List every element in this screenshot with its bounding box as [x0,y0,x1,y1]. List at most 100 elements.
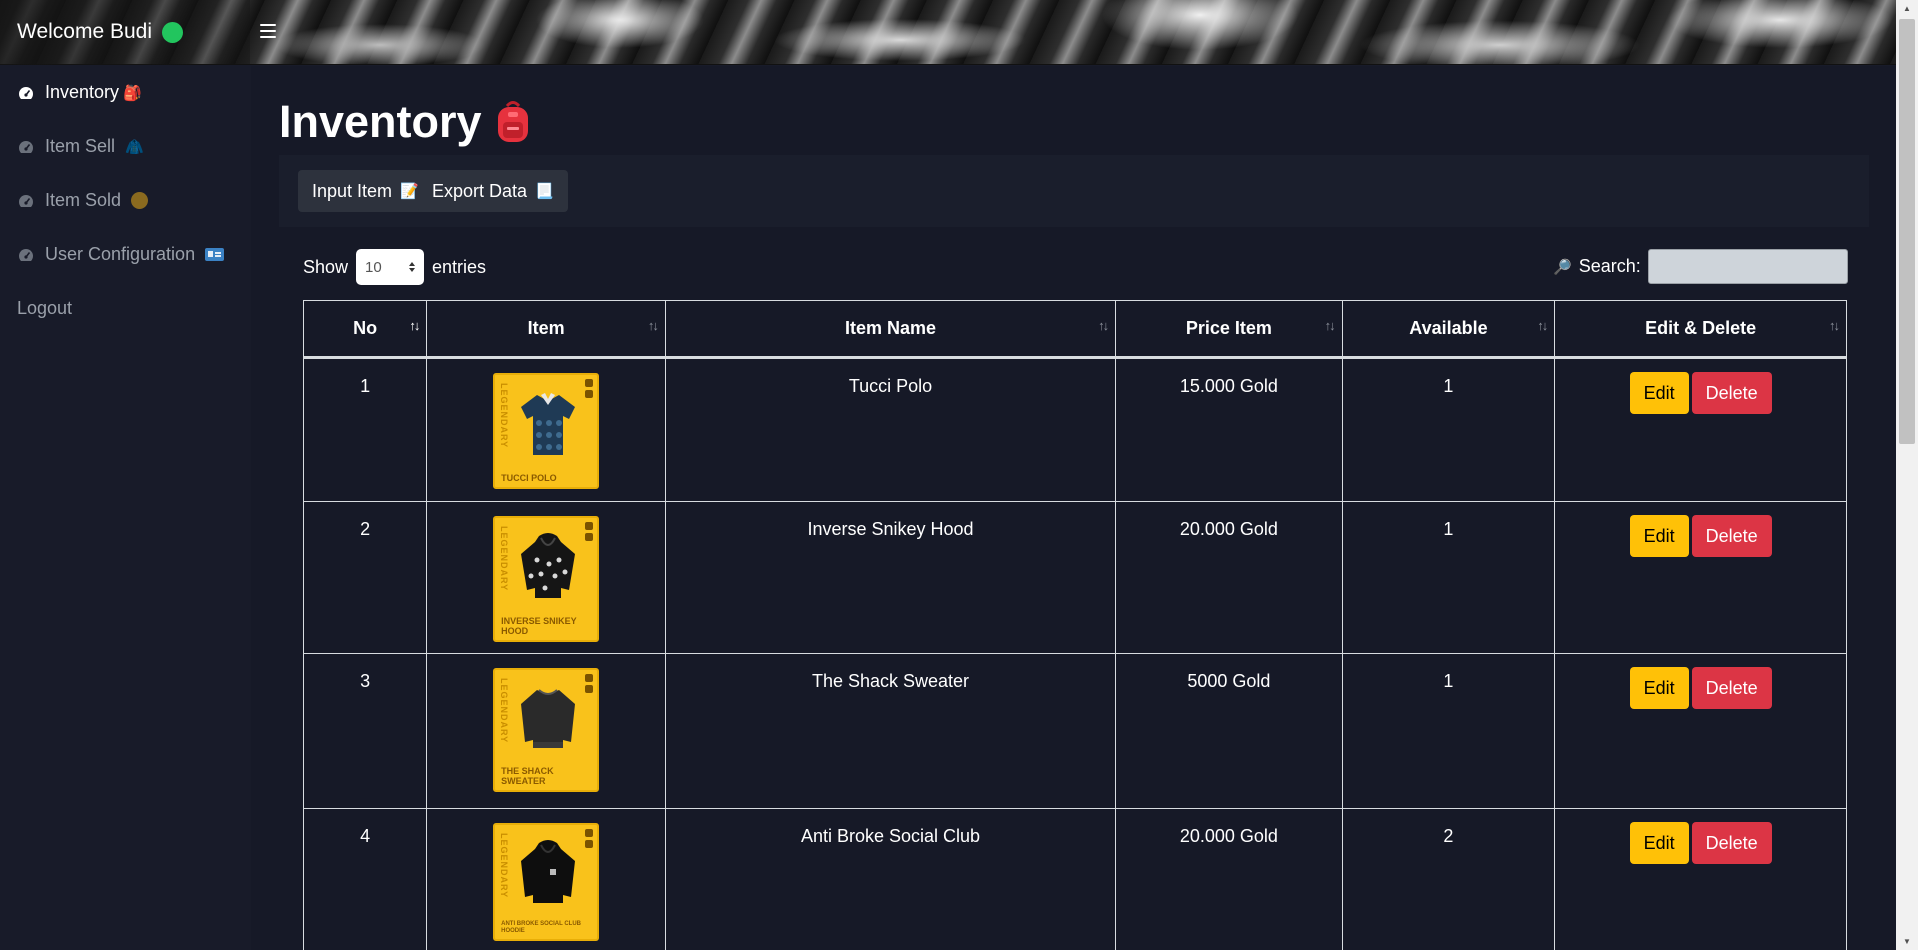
card-badges [585,674,594,696]
edit-button[interactable]: Edit [1629,515,1689,557]
id-card-icon [205,248,225,261]
sort-icon: ↑↓ [647,318,659,333]
search-input[interactable] [1647,249,1848,284]
sort-icon: ↑↓ [1537,318,1548,333]
item-card-image: LEGENDARY INVERSE SNIKEY HOOD [493,516,600,642]
hoodie-icon [521,533,576,598]
sidebar-item-label: Item Sell [45,136,116,156]
delete-button[interactable]: Delete [1691,667,1772,709]
sidebar-item-label: Item Sold [45,190,122,210]
gauge-icon [19,194,33,207]
card-item-label: THE SHACK SWEATER [501,766,554,786]
table-row: 3 LEGENDARY THE SHACK SWEATER The Shack … [302,653,1847,809]
rarity-label: LEGENDARY [499,678,510,744]
column-header-edit-delete[interactable]: Edit & Delete ↑↓ [1554,300,1847,359]
sidebar: Inventory 🎒 Item Sell 🧥 Item Sold User C… [0,66,250,950]
cell-item-name: Inverse Snikey Hood [664,501,1117,654]
column-header-item-name[interactable]: Item Name ↑↓ [664,300,1117,359]
cell-actions: Edit Delete [1554,653,1847,809]
column-header-no[interactable]: No ↑↓ [302,300,428,359]
table-header-row: No ↑↓ Item ↑↓ Item Name ↑↓ Price Item ↑↓ Ava… [302,300,1847,359]
sort-icon: ↑↓ [1829,318,1840,333]
sidebar-item-label: User Configuration [45,244,196,264]
sort-icon: ↑↓ [1098,318,1109,333]
gauge-icon [19,248,33,261]
edit-button[interactable]: Edit [1629,822,1689,864]
sidebar-item-inventory[interactable]: Inventory 🎒 [17,82,142,103]
cell-actions: Edit Delete [1554,357,1847,502]
entries-length-control: Show 10 entries [303,249,486,285]
item-card-image: LEGENDARY ANTI BROKE SOCIAL CLUB HOODIE [493,823,600,941]
coin-icon [131,192,149,209]
cell-no: 1 [302,357,428,502]
sidebar-item-user-configuration[interactable]: User Configuration [17,244,225,265]
column-header-price-item[interactable]: Price Item ↑↓ [1115,300,1343,359]
cell-available: 1 [1341,501,1556,654]
column-header-available[interactable]: Available ↑↓ [1341,300,1556,359]
scrollbar-thumb[interactable] [1899,19,1915,444]
rarity-label: LEGENDARY [499,383,510,449]
rarity-label: LEGENDARY [499,526,510,592]
scroll-up-arrow-icon[interactable]: ▲ [1896,0,1918,17]
welcome-text: Welcome Budi [17,20,153,43]
card-item-label: TUCCI POLO [501,473,557,483]
cell-no: 2 [302,501,428,654]
brand: Welcome Budi [17,20,184,44]
table-row: 4 LEGENDARY ANTI BROKE SOCIAL CLUB HOODI… [302,808,1847,950]
logout-label: Logout [17,298,73,318]
sort-asc-icon: ↑↓ [409,318,420,333]
export-data-button[interactable]: Export Data 📃 [418,170,568,212]
cell-item-name: Tucci Polo [664,357,1117,502]
page-icon: 📃 [535,182,554,200]
hoodie-icon [521,840,576,903]
cell-available: 1 [1341,357,1556,502]
gauge-icon [19,86,33,99]
cell-actions: Edit Delete [1554,501,1847,654]
scroll-down-arrow-icon[interactable]: ▼ [1896,933,1918,950]
column-header-item[interactable]: Item ↑↓ [426,300,666,359]
show-label: Show [303,256,349,277]
memo-icon: 📝 [400,182,419,200]
cell-price: 20.000 Gold [1115,808,1343,950]
card-badges [585,522,594,544]
inventory-table: No ↑↓ Item ↑↓ Item Name ↑↓ Price Item ↑↓ Ava… [302,300,1847,950]
input-item-label: Input Item [312,180,393,201]
edit-button[interactable]: Edit [1629,667,1689,709]
sidebar-item-item-sell[interactable]: Item Sell 🧥 [17,136,144,157]
delete-button[interactable]: Delete [1691,515,1772,557]
item-card-image: LEGENDARY THE SHACK SWEATER [493,668,600,792]
edit-button[interactable]: Edit [1629,372,1689,414]
cell-no: 4 [302,808,428,950]
cell-price: 5000 Gold [1115,653,1343,809]
action-toolbar: Input Item 📝 Export Data 📃 [279,155,1869,227]
table-row: 2 LEGENDARY INVERSE SNIKEY HOOD Inverse … [302,501,1847,654]
top-navbar: Welcome Budi [0,0,1896,65]
item-card-image: LEGENDARY TUCCI POLO [493,373,600,489]
entries-select[interactable]: 10 [356,249,425,285]
entries-label: entries [432,256,487,277]
export-data-label: Export Data [432,180,528,201]
input-item-button[interactable]: Input Item 📝 [298,170,433,212]
gauge-icon [19,140,33,153]
hamburger-menu-icon[interactable] [260,24,276,38]
search-label: Search: [1578,256,1641,276]
select-arrows-icon [409,262,416,272]
main-content: Inventory Input Item 📝 Export Data 📃 Sho… [251,66,1896,950]
card-badges [585,829,594,851]
sidebar-item-item-sold[interactable]: Item Sold [17,190,149,211]
sidebar-item-logout[interactable]: Logout [17,298,72,319]
card-item-label: ANTI BROKE SOCIAL CLUB HOODIE [501,921,581,934]
sweater-icon [521,689,576,748]
vertical-scrollbar[interactable]: ▲ ▼ [1896,0,1918,950]
delete-button[interactable]: Delete [1691,372,1772,414]
cell-item-name: The Shack Sweater [664,653,1117,809]
sort-icon: ↑↓ [1324,318,1336,333]
card-badges [585,379,594,401]
page-title-text: Inventory [279,96,482,147]
polo-shirt-icon [521,393,576,455]
delete-button[interactable]: Delete [1691,822,1772,864]
search-control: 🔎 Search: [1553,249,1848,284]
cell-available: 2 [1341,808,1556,950]
entries-select-value: 10 [365,258,382,276]
table-row: 1 LEGENDARY TUCCI POLO Tucci Polo 15.000… [302,357,1847,502]
